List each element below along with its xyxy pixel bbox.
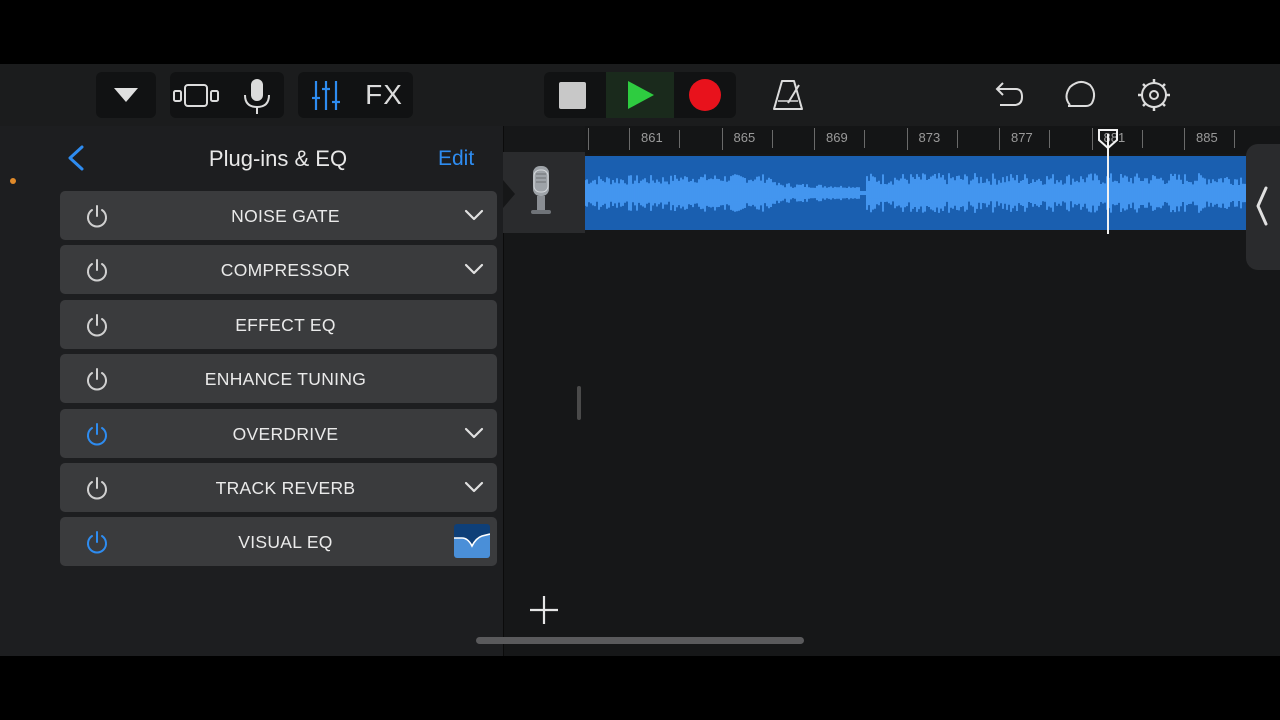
- loop-icon: [1065, 81, 1096, 107]
- plugin-row[interactable]: VISUAL EQ: [60, 517, 497, 567]
- ruler-label: 865: [733, 130, 756, 145]
- plugin-name: NOISE GATE: [231, 206, 340, 226]
- ruler-subtick: [679, 130, 680, 148]
- ruler-subtick: [1141, 130, 1143, 148]
- microphone-icon[interactable]: [232, 72, 282, 118]
- ruler-subtick: [1234, 130, 1235, 148]
- ruler-subtick: [771, 130, 773, 148]
- edit-button[interactable]: Edit: [438, 147, 474, 171]
- ruler-tick: [629, 128, 630, 150]
- panel-resize-handle[interactable]: [577, 386, 581, 420]
- audio-waveform: [584, 173, 1246, 213]
- dropdown-triangle-icon: [114, 88, 138, 102]
- home-indicator: [476, 637, 804, 644]
- ruler-label: 869: [826, 130, 848, 145]
- plugin-row[interactable]: NOISE GATE: [60, 191, 497, 240]
- stop-button[interactable]: [544, 72, 604, 118]
- browser-dropdown-button[interactable]: [96, 72, 156, 118]
- plugin-name: EFFECT EQ: [235, 314, 336, 335]
- ruler-tick: [814, 128, 815, 150]
- plugin-name: VISUAL EQ: [238, 532, 333, 553]
- ruler-tick: [906, 128, 908, 150]
- playhead-handle-icon[interactable]: [1097, 128, 1119, 150]
- track-selection-arrow: [503, 180, 515, 208]
- waveform-path: [584, 173, 1246, 213]
- undo-button[interactable]: [984, 72, 1028, 118]
- record-icon: [689, 79, 721, 111]
- transport-group: [544, 72, 736, 118]
- track-header[interactable]: [503, 152, 585, 233]
- audio-region[interactable]: [584, 156, 1247, 230]
- chevron-down-icon[interactable]: [463, 262, 485, 276]
- settings-button[interactable]: [1132, 72, 1176, 118]
- plugin-name: TRACK REVERB: [215, 477, 356, 498]
- loop-browser-tab[interactable]: [1246, 144, 1280, 270]
- chevron-down-icon[interactable]: [463, 480, 485, 494]
- undo-icon: [995, 82, 1024, 106]
- eq-curve-icon: [454, 533, 490, 559]
- ruler-tick: [588, 128, 589, 150]
- ruler-subtick: [1049, 130, 1050, 148]
- plugin-list: NOISE GATE COMPRESSOR EFFECT EQ ENHANCE TUN…: [60, 191, 497, 572]
- chevron-left-icon: [1256, 186, 1268, 226]
- plugin-row[interactable]: COMPRESSOR: [60, 245, 497, 295]
- chevron-down-icon[interactable]: [463, 208, 485, 222]
- loop-button[interactable]: [1058, 72, 1102, 118]
- settings-icon: [1138, 79, 1170, 111]
- garageband-screen: FX Plug-ins & EQ Edit NOISE GATE COMPRES…: [0, 64, 1280, 656]
- view-controls-group: [170, 72, 284, 118]
- ruler-tick: [1184, 128, 1185, 150]
- plugin-row[interactable]: OVERDRIVE: [60, 408, 497, 458]
- top-toolbar: FX: [0, 64, 1280, 126]
- chevron-down-icon[interactable]: [463, 426, 485, 440]
- ruler-label: 877: [1011, 130, 1033, 145]
- add-track-icon[interactable]: [528, 594, 560, 626]
- plugin-row[interactable]: TRACK REVERB: [60, 462, 497, 512]
- ruler-label: 873: [918, 130, 941, 145]
- ruler-subtick: [864, 130, 865, 148]
- plugin-row[interactable]: ENHANCE TUNING: [60, 354, 497, 404]
- ruler-subtick: [956, 130, 958, 148]
- plugins-panel: Plug-ins & EQ Edit NOISE GATE COMPRESSOR E…: [0, 126, 503, 656]
- visual-eq-thumbnail[interactable]: [454, 524, 490, 559]
- stop-icon: [559, 82, 586, 109]
- plugin-name: ENHANCE TUNING: [204, 369, 367, 390]
- fx-label: FX: [365, 79, 403, 110]
- condenser-microphone-icon: [531, 166, 551, 214]
- mixer-fx-group: FX: [298, 72, 413, 118]
- mixer-icon[interactable]: [298, 72, 354, 118]
- plugin-name: OVERDRIVE: [232, 423, 339, 444]
- fx-button[interactable]: FX: [356, 72, 412, 118]
- metronome-icon: [773, 80, 803, 110]
- play-icon: [628, 81, 654, 109]
- plugin-row[interactable]: EFFECT EQ: [60, 299, 497, 349]
- play-button[interactable]: [606, 72, 674, 118]
- ruler-tick: [999, 128, 1000, 150]
- plugin-name: COMPRESSOR: [220, 260, 351, 281]
- plugins-panel-header: Plug-ins & EQ Edit: [0, 126, 503, 190]
- ruler-label: 885: [1196, 130, 1218, 145]
- timeline-ruler[interactable]: 861 865 869 873 877 881 885: [585, 126, 1280, 154]
- ruler-tick: [1091, 128, 1093, 150]
- metronome-button[interactable]: [766, 72, 810, 118]
- track-view-icon[interactable]: [170, 72, 226, 118]
- ruler-tick: [721, 128, 723, 150]
- record-button[interactable]: [676, 72, 736, 118]
- ruler-label: 861: [641, 130, 663, 145]
